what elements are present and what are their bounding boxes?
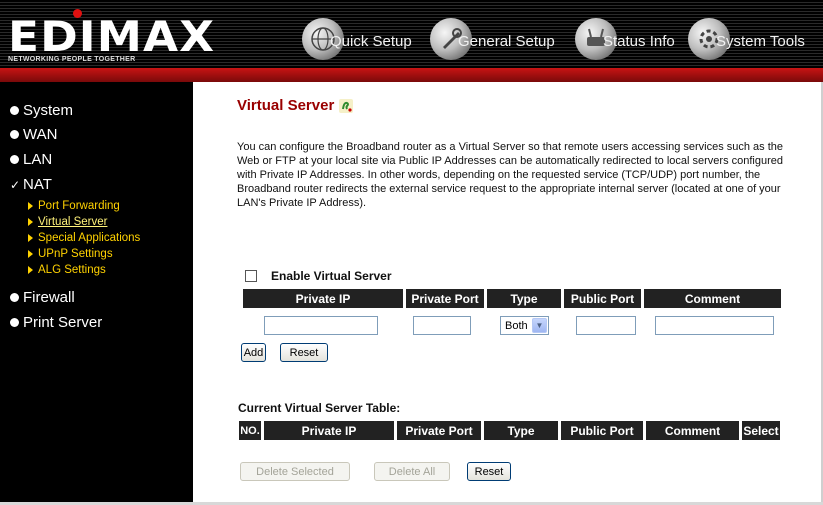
sidebar-sub-label: Virtual Server [38,216,108,228]
sidebar-item-wan[interactable]: WAN [10,126,57,143]
arrow-right-icon [28,266,33,274]
sidebar-item-label: WAN [23,126,58,143]
add-button[interactable]: Add [241,343,266,362]
edimax-logo[interactable]: EDIMAX NETWORKING PEOPLE TOGETHER [8,8,214,68]
bullet-icon [10,106,19,115]
enable-virtual-server[interactable]: Enable Virtual Server [245,269,392,283]
sidebar-sub-label: Special Applications [38,232,141,244]
sidebar-item-label: Print Server [23,314,103,331]
enable-virtual-server-label: Enable Virtual Server [271,269,392,283]
private-ip-input[interactable] [264,316,378,335]
form-header-comment: Comment [644,289,781,308]
sidebar-item-print-server[interactable]: Print Server [10,314,102,331]
main-content: Virtual Server You can configure the Bro… [193,82,823,505]
nav-quick-setup-label: Quick Setup [330,33,412,50]
table-reset-button[interactable]: Reset [467,462,511,481]
bullet-icon [10,155,19,164]
sidebar-sub-label: Port Forwarding [38,200,120,212]
current-table-heading: Current Virtual Server Table: [238,401,401,415]
sidebar-item-label: LAN [23,151,53,168]
header-banner: EDIMAX NETWORKING PEOPLE TOGETHER Quick … [0,0,823,82]
arrow-right-icon [28,218,33,226]
form-reset-button[interactable]: Reset [280,343,328,362]
nav-general-setup-label: General Setup [458,33,555,50]
logo-tagline: NETWORKING PEOPLE TOGETHER [8,56,136,63]
arrow-right-icon [28,234,33,242]
sidebar-sub-alg-settings[interactable]: ALG Settings [28,264,106,276]
comment-input[interactable] [655,316,774,335]
table-header-no: NO. [239,421,261,440]
form-header-private-port: Private Port [406,289,484,308]
sidebar-sub-upnp-settings[interactable]: UPnP Settings [28,248,113,260]
sidebar-item-lan[interactable]: LAN [10,151,52,168]
sidebar-item-label: NAT [23,176,52,193]
page-title-text: Virtual Server [237,97,335,114]
arrow-right-icon [28,250,33,258]
bullet-icon [10,293,19,302]
table-header-private-ip: Private IP [264,421,394,440]
form-header-private-ip: Private IP [243,289,403,308]
page-description: You can configure the Broadband router a… [237,141,784,209]
sidebar-item-nat[interactable]: ✓ NAT [10,176,52,193]
page-title: Virtual Server [237,97,354,114]
form-header-type: Type [487,289,561,308]
sidebar-item-system[interactable]: System [10,102,73,119]
arrow-right-icon [28,202,33,210]
table-header-public-port: Public Port [561,421,643,440]
type-select-value: Both [505,319,528,332]
sidebar-item-firewall[interactable]: Firewall [10,289,75,306]
sidebar-item-label: System [23,102,74,119]
table-header-select: Select [742,421,780,440]
bullet-icon [10,130,19,139]
nav-status-info-label: Status Info [603,33,675,50]
sidebar-sub-special-applications[interactable]: Special Applications [28,232,140,244]
table-header-private-port: Private Port [397,421,481,440]
help-icon[interactable] [338,98,354,114]
sidebar-sub-label: ALG Settings [38,264,106,276]
logo-text: EDIMAX [8,12,216,61]
sidebar-sub-virtual-server[interactable]: Virtual Server [28,216,107,228]
sidebar: System WAN LAN ✓ NAT Port Forwarding Virt… [0,82,193,505]
checkmark-icon: ✓ [10,177,21,192]
public-port-input[interactable] [576,316,636,335]
private-port-input[interactable] [413,316,471,335]
sidebar-sub-label: UPnP Settings [38,248,113,260]
bullet-icon [10,318,19,327]
header-red-bar [0,68,823,82]
form-header-public-port: Public Port [564,289,641,308]
nav-system-tools-label: System Tools [716,33,805,50]
chevron-down-icon: ▼ [532,318,547,333]
delete-all-button[interactable]: Delete All [374,462,450,481]
delete-selected-button[interactable]: Delete Selected [240,462,350,481]
enable-virtual-server-checkbox[interactable] [245,270,257,282]
table-header-type: Type [484,421,558,440]
sidebar-item-label: Firewall [23,289,75,306]
table-header-comment: Comment [646,421,739,440]
sidebar-sub-port-forwarding[interactable]: Port Forwarding [28,200,120,212]
type-select[interactable]: Both ▼ [500,316,549,335]
